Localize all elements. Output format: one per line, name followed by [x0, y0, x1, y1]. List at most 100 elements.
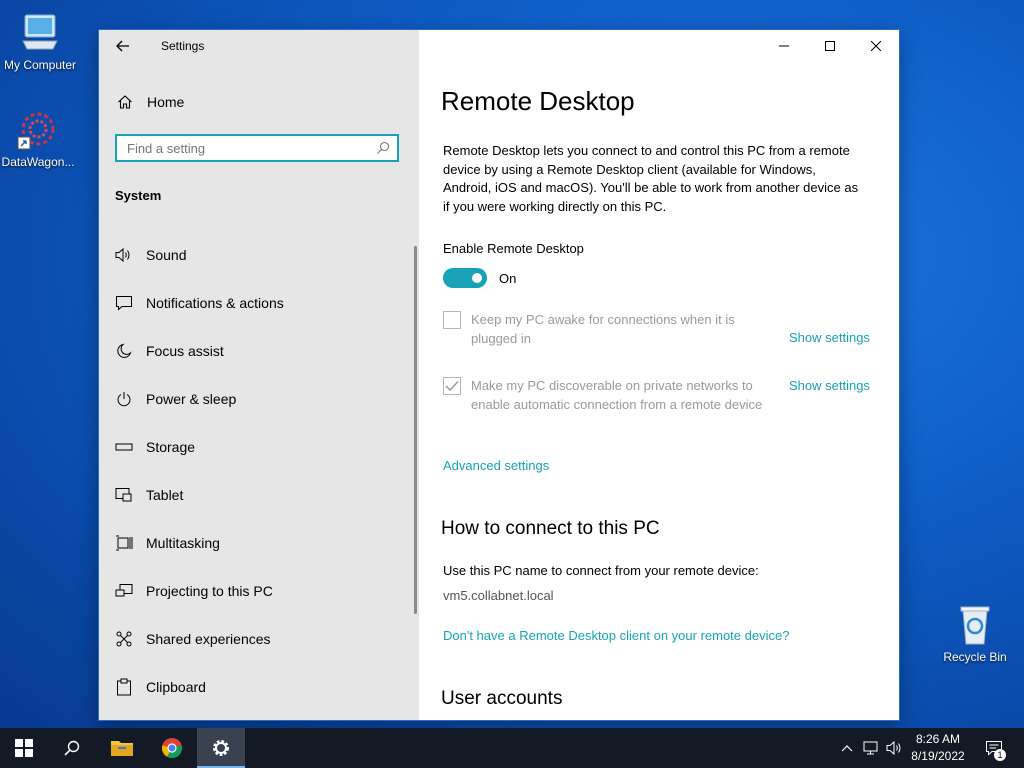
power-icon	[115, 390, 133, 408]
search-input[interactable]	[117, 136, 367, 160]
discoverable-show-settings-link[interactable]: Show settings	[789, 378, 870, 393]
taskbar-settings[interactable]	[197, 728, 245, 768]
close-button[interactable]	[853, 30, 899, 62]
gear-icon	[213, 740, 229, 756]
search-box	[115, 134, 399, 162]
user-accounts-heading: User accounts	[441, 688, 563, 709]
toggle-state-label: On	[499, 271, 517, 286]
moon-icon	[115, 342, 133, 360]
desktop-icon-datawagon[interactable]: DataWagon...	[0, 105, 78, 169]
sidebar-item-label: Clipboard	[146, 679, 206, 695]
search-icon[interactable]	[375, 140, 391, 156]
home-icon	[115, 92, 135, 112]
sidebar-item-label: Tablet	[146, 487, 184, 503]
desktop-icon-label: My Computer	[3, 58, 77, 72]
sidebar-item-clipboard[interactable]: Clipboard	[99, 663, 409, 711]
settings-nav-pane: Settings Home System	[99, 30, 419, 720]
window-caption-buttons	[761, 30, 899, 62]
clock-date: 8/19/2022	[911, 749, 965, 763]
datawagon-app-icon	[14, 105, 62, 153]
desktop-icon-label: DataWagon...	[1, 155, 75, 169]
taskbar: 8:26 AM 8/19/2022 1	[0, 728, 1024, 768]
taskbar-file-explorer[interactable]	[98, 728, 146, 768]
desktop-icon-my-computer[interactable]: My Computer	[0, 8, 80, 72]
network-tray-button[interactable]	[860, 728, 882, 768]
page-description: Remote Desktop lets you connect to and c…	[443, 143, 859, 214]
sidebar-item-label: Storage	[146, 439, 196, 455]
network-icon	[863, 741, 878, 755]
connect-heading: How to connect to this PC	[441, 518, 660, 539]
sidebar-item-label: Notifications & actions	[146, 295, 284, 311]
sidebar-item-power-sleep[interactable]: Power & sleep	[99, 375, 409, 423]
chevron-up-icon	[841, 745, 853, 752]
sidebar-item-label: Power & sleep	[146, 391, 237, 407]
speaker-icon	[886, 740, 901, 756]
maximize-icon	[825, 41, 835, 51]
pc-name: vm5.collabnet.local	[443, 588, 554, 603]
sidebar-item-tablet[interactable]: Tablet	[99, 471, 409, 519]
keep-awake-label: Keep my PC awake for connections when it…	[471, 312, 735, 346]
minimize-button[interactable]	[761, 30, 807, 62]
sidebar-item-sound[interactable]: Sound	[99, 231, 409, 279]
clipboard-icon	[115, 678, 133, 696]
recycle-bin-icon	[951, 600, 999, 648]
page-title: Remote Desktop	[441, 86, 635, 116]
close-icon	[871, 41, 881, 51]
sidebar-item-storage[interactable]: Storage	[99, 423, 409, 471]
taskbar-search-button[interactable]	[48, 728, 96, 768]
notification-count-badge: 1	[994, 749, 1006, 761]
search-icon	[64, 740, 80, 756]
sidebar-item-projecting[interactable]: Projecting to this PC	[99, 567, 409, 615]
nav-scrollbar[interactable]	[414, 246, 417, 614]
sidebar-item-label: Focus assist	[146, 343, 224, 359]
taskbar-clock[interactable]: 8:26 AM 8/19/2022	[906, 731, 970, 765]
sidebar-item-label: Multitasking	[146, 535, 220, 551]
enable-remote-desktop-label: Enable Remote Desktop	[443, 241, 584, 256]
connect-instruction: Use this PC name to connect from your re…	[443, 563, 759, 578]
desktop: My Computer DataWagon... Recycle Bin Set…	[0, 0, 1024, 728]
nav-home-label: Home	[147, 94, 185, 110]
settings-window: Settings Home System	[99, 30, 899, 720]
multitasking-icon	[115, 534, 133, 552]
discoverable-label: Make my PC discoverable on private netwo…	[471, 378, 763, 412]
remote-desktop-page: Remote Desktop Remote Desktop lets you c…	[419, 30, 899, 720]
keep-awake-show-settings-link[interactable]: Show settings	[789, 330, 870, 345]
keep-awake-checkbox[interactable]	[443, 311, 461, 329]
speaker-icon	[115, 246, 133, 264]
sidebar-item-label: Shared experiences	[146, 631, 271, 647]
folder-icon	[111, 741, 133, 756]
nav-home[interactable]: Home	[115, 92, 184, 112]
storage-icon	[115, 438, 133, 456]
volume-tray-button[interactable]	[884, 728, 906, 768]
back-button[interactable]	[113, 36, 133, 56]
taskbar-chrome[interactable]	[148, 728, 196, 768]
get-client-link[interactable]: Don't have a Remote Desktop client on yo…	[443, 628, 789, 643]
advanced-settings-link[interactable]: Advanced settings	[443, 458, 549, 473]
back-arrow-icon	[116, 40, 129, 52]
action-center-button[interactable]: 1	[978, 728, 1010, 768]
projecting-icon	[115, 582, 133, 600]
toggle-knob	[472, 273, 482, 283]
notification-icon	[115, 294, 133, 312]
app-title: Settings	[161, 39, 205, 53]
tablet-icon	[115, 486, 133, 504]
keep-awake-option: Keep my PC awake for connections when it…	[443, 311, 781, 348]
show-hidden-icons-button[interactable]	[838, 728, 856, 768]
enable-remote-desktop-toggle[interactable]	[443, 268, 487, 288]
nav-list: Sound Notifications & actions Focus assi…	[99, 231, 409, 711]
windows-logo-icon	[15, 739, 33, 757]
discoverable-option: Make my PC discoverable on private netwo…	[443, 377, 781, 414]
start-button[interactable]	[0, 728, 48, 768]
sidebar-item-focus-assist[interactable]: Focus assist	[99, 327, 409, 375]
sidebar-item-notifications[interactable]: Notifications & actions	[99, 279, 409, 327]
discoverable-checkbox[interactable]	[443, 377, 461, 395]
sidebar-item-label: Projecting to this PC	[146, 583, 273, 599]
desktop-icon-label: Recycle Bin	[943, 650, 1007, 664]
desktop-icon-recycle-bin[interactable]: Recycle Bin	[935, 600, 1015, 664]
sidebar-item-multitasking[interactable]: Multitasking	[99, 519, 409, 567]
maximize-button[interactable]	[807, 30, 853, 62]
sidebar-item-shared-experiences[interactable]: Shared experiences	[99, 615, 409, 663]
nav-section-header: System	[115, 188, 162, 203]
minimize-icon	[779, 45, 789, 47]
shared-experiences-icon	[115, 630, 133, 648]
